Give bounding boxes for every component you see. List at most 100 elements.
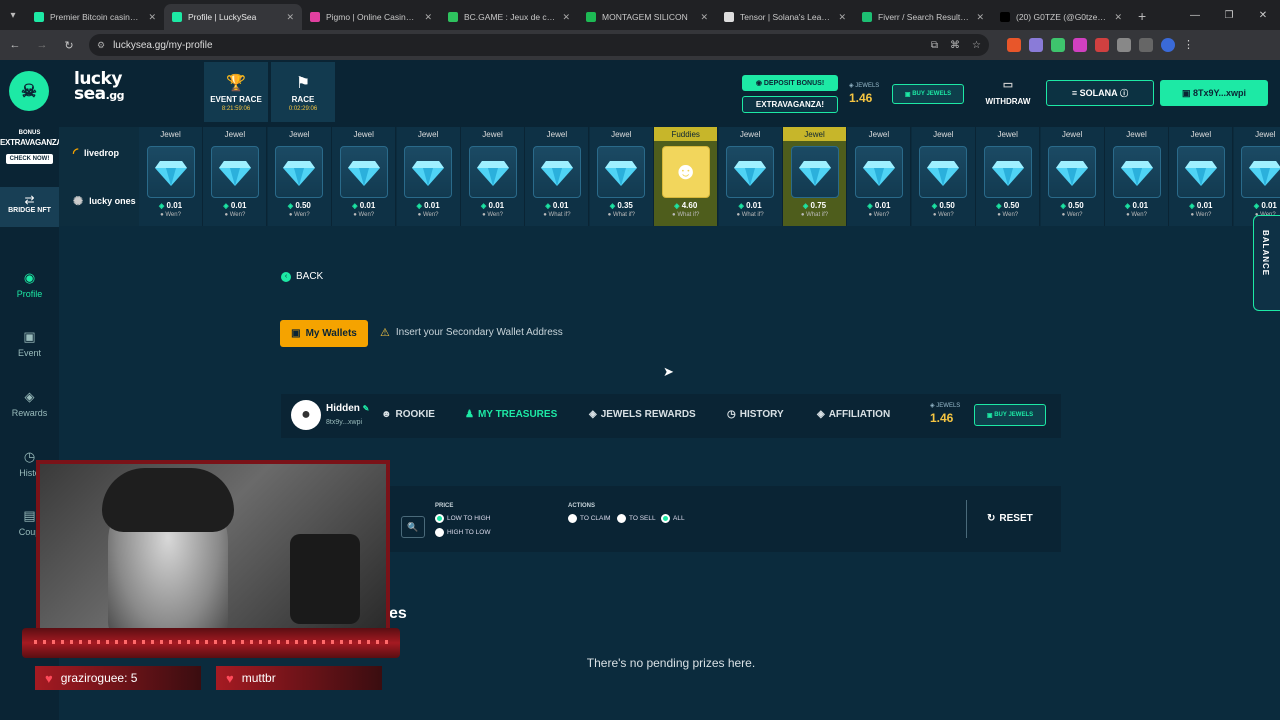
tab-affiliation[interactable]: ◈ AFFILIATION <box>817 409 890 420</box>
tab-my-treasures[interactable]: ♟ MY TREASURES <box>465 409 557 420</box>
minimize-icon[interactable]: — <box>1178 0 1212 30</box>
edit-icon[interactable]: ✎ <box>363 404 370 413</box>
extravaganza-label: EXTRAVAGANZA! <box>755 100 825 109</box>
install-app-icon[interactable]: ⧉ <box>931 40 938 51</box>
luckysea-logo-icon[interactable]: ☠ <box>9 71 49 111</box>
reset-button[interactable]: ↻ RESET <box>987 513 1033 524</box>
livedrop-item[interactable]: Jewel ◈ 0.35 ● What if? <box>589 127 654 226</box>
search-icon[interactable]: 🔍 <box>401 516 425 538</box>
livedrop-item[interactable]: Jewel◈ 0.01● Wen? <box>1169 127 1234 226</box>
my-wallets-button[interactable]: ▣ My Wallets <box>280 320 368 347</box>
event-race-button[interactable]: 🏆 EVENT RACE 8:21:59:06 <box>204 62 268 122</box>
action-to-sell-radio[interactable]: TO SELL <box>617 514 656 523</box>
address-bar[interactable]: ⚙ luckysea.gg/my-profile ⧉ ⌘ ☆ <box>89 34 989 56</box>
extravaganza-button[interactable]: EXTRAVAGANZA! <box>742 96 838 113</box>
livedrop-item[interactable]: Jewel◈ 0.01● Wen? <box>332 127 397 226</box>
status-text: Wen? <box>873 212 890 218</box>
reload-icon[interactable]: ↻ <box>57 39 81 52</box>
livedrop-item[interactable]: Jewel◈ 0.01● Wen? <box>1105 127 1169 226</box>
withdraw-button[interactable]: ▭ WITHDRAW <box>982 72 1034 112</box>
profile-avatar-icon[interactable] <box>1161 38 1175 52</box>
close-tab-icon[interactable]: ✕ <box>1114 12 1122 23</box>
extension-icon[interactable] <box>1029 38 1043 52</box>
livedrop-item[interactable]: Jewel ◈ 0.50 ● Wen? <box>911 127 976 226</box>
extensions-puzzle-icon[interactable] <box>1117 38 1131 52</box>
livedrop-item[interactable]: Jewel ◈ 0.75 ● What if? <box>783 127 847 226</box>
back-button[interactable]: ‹ BACK <box>281 271 323 282</box>
tab-favicon-icon <box>34 12 44 22</box>
sidebar-item-event[interactable]: ▣ Event <box>0 329 59 358</box>
extension-icon[interactable] <box>1051 38 1065 52</box>
bookmark-star-icon[interactable]: ☆ <box>972 40 981 51</box>
extension-icon[interactable] <box>1095 38 1109 52</box>
livedrop-item[interactable]: Jewel◈ 0.01● Wen? <box>396 127 461 226</box>
forward-arrow-icon[interactable]: → <box>30 39 54 51</box>
livedrop-item[interactable]: Fuddies ☻ ◈ 4.60 ● What if? <box>654 127 719 226</box>
diamond-icon <box>283 161 316 186</box>
wallet-button[interactable]: ▣ 8Tx9Y...xwpi <box>1160 80 1268 106</box>
sidebar-item-rewards[interactable]: ◈ Rewards <box>0 389 59 418</box>
check-now-button[interactable]: CHECK NOW! <box>5 154 54 164</box>
tab-jewels-rewards[interactable]: ◈ JEWELS REWARDS <box>589 409 696 420</box>
browser-tab[interactable]: Profile | LuckySea ✕ <box>164 4 302 30</box>
chat-user-badge: ♥ muttbr <box>216 666 382 690</box>
maximize-icon[interactable]: ❐ <box>1212 0 1246 30</box>
close-tab-icon[interactable]: ✕ <box>976 12 984 23</box>
livedrop-item[interactable]: Jewel◈ 0.01● Wen? <box>1233 127 1280 226</box>
close-tab-icon[interactable]: ✕ <box>700 12 708 23</box>
site-logo[interactable]: lucky sea.gg <box>74 71 125 103</box>
close-window-icon[interactable]: ✕ <box>1246 0 1280 30</box>
new-tab-icon[interactable]: + <box>1130 8 1154 30</box>
buy-jewels-button[interactable]: ▣ BUY JEWELS <box>892 84 964 104</box>
lucky-ones-toggle[interactable]: ✺ lucky ones <box>73 194 136 208</box>
price-high-to-low-radio[interactable]: HIGH TO LOW <box>435 528 490 537</box>
close-tab-icon[interactable]: ✕ <box>838 12 846 23</box>
balance-drawer-tab[interactable]: BALANCE <box>1253 215 1280 311</box>
back-arrow-icon[interactable]: ← <box>3 39 27 51</box>
status-text: What if? <box>612 212 635 218</box>
tab-history[interactable]: ◷ HISTORY <box>727 409 784 420</box>
browser-tab[interactable]: Pigmo | Online Casino | P ✕ <box>302 4 440 30</box>
livedrop-item[interactable]: Jewel ◈ 0.01 ● What if? <box>718 127 783 226</box>
livedrop-toggle[interactable]: ◜ livedrop <box>73 145 119 161</box>
tab-search-icon[interactable]: ▾ <box>0 0 26 30</box>
extension-icon[interactable] <box>1007 38 1021 52</box>
browser-tab[interactable]: (20) G0TZE (@G0tzeWeb ✕ <box>992 4 1130 30</box>
price-low-to-high-radio[interactable]: LOW TO HIGH <box>435 514 490 523</box>
close-tab-icon[interactable]: ✕ <box>286 12 294 23</box>
action-all-radio[interactable]: ALL <box>661 514 685 523</box>
livedrop-item[interactable]: Jewel◈ 0.01● Wen? <box>139 127 203 226</box>
close-tab-icon[interactable]: ✕ <box>148 12 156 23</box>
menu-dots-icon[interactable]: ⋮ <box>1183 38 1197 52</box>
livedrop-item[interactable]: Jewel◈ 0.01● Wen? <box>203 127 268 226</box>
livedrop-item[interactable]: Jewel ◈ 0.50 ● Wen? <box>267 127 332 226</box>
livedrop-item[interactable]: Jewel ◈ 0.01 ● What if? <box>525 127 590 226</box>
race-button[interactable]: ⚑ RACE 0:02:29:06 <box>271 62 335 122</box>
livedrop-item[interactable]: Jewel◈ 0.01● Wen? <box>847 127 912 226</box>
browser-tab[interactable]: BC.GAME : Jeux de casino ✕ <box>440 4 578 30</box>
bonus-promo[interactable]: BONUS EXTRAVAGANZA CHECK NOW! <box>0 127 62 177</box>
bridge-nft-button[interactable]: ⇄ BRIDGE NFT <box>0 187 59 227</box>
livedrop-item[interactable]: Jewel ◈ 0.50 ● Wen? <box>1040 127 1105 226</box>
avatar[interactable]: ● <box>291 400 321 430</box>
buy-jewels-button[interactable]: ▣ BUY JEWELS <box>974 404 1046 426</box>
sidebar-item-profile[interactable]: ◉ Profile <box>0 270 59 299</box>
deposit-bonus-button[interactable]: ◉ DEPOSIT BONUS! <box>742 75 838 91</box>
browser-tab[interactable]: Tensor | Solana's Leading ✕ <box>716 4 854 30</box>
site-info-icon[interactable]: ⚙ <box>97 40 105 51</box>
browser-tab[interactable]: Fiverr / Search Results for ✕ <box>854 4 992 30</box>
livedrop-item[interactable]: Jewel ◈ 0.50 ● Wen? <box>976 127 1041 226</box>
network-selector[interactable]: ≡ SOLANA ⓘ <box>1046 80 1154 106</box>
reading-list-icon[interactable] <box>1139 38 1153 52</box>
status-text: What if? <box>677 212 700 218</box>
livedrop-item-status: ● Wen? <box>932 212 954 218</box>
close-tab-icon[interactable]: ✕ <box>562 12 570 23</box>
browser-tab[interactable]: Premier Bitcoin casino, Et ✕ <box>26 4 164 30</box>
close-tab-icon[interactable]: ✕ <box>424 12 432 23</box>
action-to-claim-radio[interactable]: TO CLAIM <box>568 514 611 523</box>
jewel-icon: ◈ <box>996 203 1002 210</box>
browser-tab[interactable]: MONTAGEM SILICON ✕ <box>578 4 716 30</box>
livedrop-item[interactable]: Jewel◈ 0.01● Wen? <box>461 127 525 226</box>
extension-icon[interactable] <box>1073 38 1087 52</box>
translate-icon[interactable]: ⌘ <box>950 40 960 51</box>
